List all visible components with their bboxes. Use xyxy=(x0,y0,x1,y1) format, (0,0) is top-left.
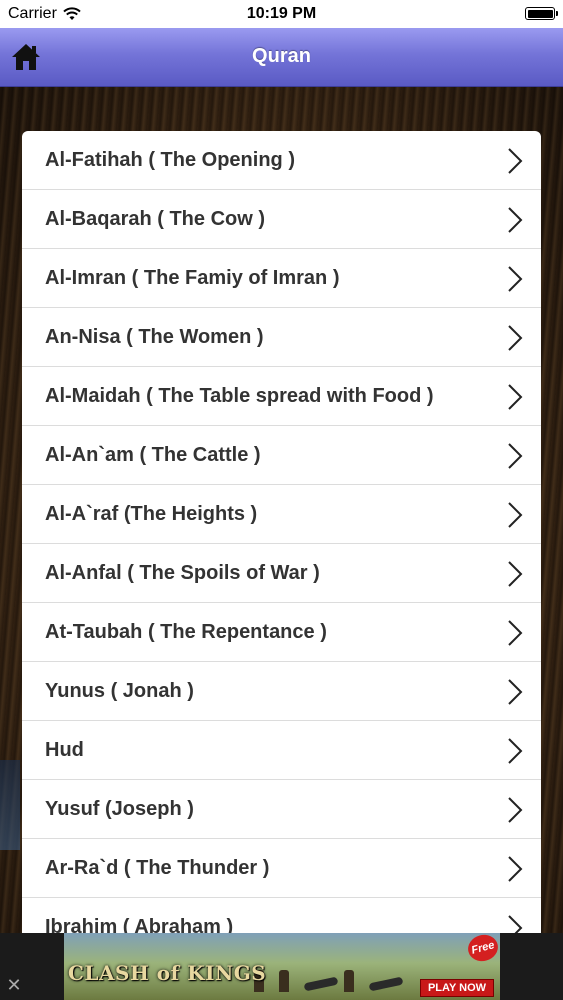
list-item-label: Al-A`raf (The Heights ) xyxy=(45,503,258,525)
list-item-label: Al-An`am ( The Cattle ) xyxy=(45,444,261,466)
chevron-right-icon xyxy=(508,325,523,351)
ad-soldier-figure xyxy=(279,970,289,992)
list-item-al-araf[interactable]: Al-A`raf (The Heights ) xyxy=(22,485,541,544)
chevron-right-icon xyxy=(508,502,523,528)
chevron-right-icon xyxy=(508,148,523,174)
list-item-an-nisa[interactable]: An-Nisa ( The Women ) xyxy=(22,308,541,367)
ad-banner: ✕ CLASH of KINGS Free PLAY NOW xyxy=(0,933,563,1000)
list-item-label: Al-Maidah ( The Table spread with Food ) xyxy=(45,385,434,407)
chevron-right-icon xyxy=(508,738,523,764)
list-item-ibrahim[interactable]: Ibrahim ( Abraham ) xyxy=(22,898,541,933)
chevron-right-icon xyxy=(508,207,523,233)
ad-soldier-figure xyxy=(344,970,354,992)
list-item-yunus[interactable]: Yunus ( Jonah ) xyxy=(22,662,541,721)
status-time: 10:19 PM xyxy=(246,5,317,22)
ad-free-badge: Free xyxy=(465,933,500,965)
list-item-hud[interactable]: Hud xyxy=(22,721,541,780)
chevron-right-icon xyxy=(508,266,523,292)
list-item-al-anfal[interactable]: Al-Anfal ( The Spoils of War ) xyxy=(22,544,541,603)
ad-cannon-graphic xyxy=(303,976,339,992)
chevron-right-icon xyxy=(508,384,523,410)
list-item-label: Al-Fatihah ( The Opening ) xyxy=(45,149,295,171)
chevron-right-icon xyxy=(508,856,523,882)
battery-icon xyxy=(525,7,558,20)
list-item-label: Al-Baqarah ( The Cow ) xyxy=(45,208,266,230)
chevron-right-icon xyxy=(508,620,523,646)
list-item-label: Al-Anfal ( The Spoils of War ) xyxy=(45,562,320,584)
chevron-right-icon xyxy=(508,797,523,823)
list-item-at-taubah[interactable]: At-Taubah ( The Repentance ) xyxy=(22,603,541,662)
ad-logo: CLASH of KINGS xyxy=(68,961,267,985)
list-item-label: An-Nisa ( The Women ) xyxy=(45,326,264,348)
ad-image[interactable]: CLASH of KINGS Free PLAY NOW xyxy=(64,933,500,1000)
list-item-ar-rad[interactable]: Ar-Ra`d ( The Thunder ) xyxy=(22,839,541,898)
ad-close-button[interactable]: ✕ xyxy=(0,933,28,1000)
list-item-label: At-Taubah ( The Repentance ) xyxy=(45,621,327,643)
list-item-label: Yunus ( Jonah ) xyxy=(45,680,194,702)
list-item-al-imran[interactable]: Al-Imran ( The Famiy of Imran ) xyxy=(22,249,541,308)
nav-bar: Quran xyxy=(0,28,563,87)
background-edge xyxy=(0,760,20,850)
list-item-label: Ibrahim ( Abraham ) xyxy=(45,916,234,933)
surah-list: Al-Fatihah ( The Opening ) Al-Baqarah ( … xyxy=(22,131,541,933)
chevron-right-icon xyxy=(508,679,523,705)
list-item-al-anam[interactable]: Al-An`am ( The Cattle ) xyxy=(22,426,541,485)
ad-cannon-graphic xyxy=(368,976,404,992)
list-item-label: Ar-Ra`d ( The Thunder ) xyxy=(45,857,270,879)
chevron-right-icon xyxy=(508,443,523,469)
status-bar: Carrier 10:19 PM xyxy=(0,0,563,28)
list-item-label: Al-Imran ( The Famiy of Imran ) xyxy=(45,267,340,289)
list-item-al-fatihah[interactable]: Al-Fatihah ( The Opening ) xyxy=(22,131,541,190)
list-item-yusuf[interactable]: Yusuf (Joseph ) xyxy=(22,780,541,839)
chevron-right-icon xyxy=(508,915,523,933)
ad-play-now-button[interactable]: PLAY NOW xyxy=(420,979,494,997)
chevron-right-icon xyxy=(508,561,523,587)
list-item-al-baqarah[interactable]: Al-Baqarah ( The Cow ) xyxy=(22,190,541,249)
list-item-label: Hud xyxy=(45,739,84,761)
list-item-label: Yusuf (Joseph ) xyxy=(45,798,194,820)
list-item-al-maidah[interactable]: Al-Maidah ( The Table spread with Food ) xyxy=(22,367,541,426)
page-title: Quran xyxy=(252,45,311,67)
